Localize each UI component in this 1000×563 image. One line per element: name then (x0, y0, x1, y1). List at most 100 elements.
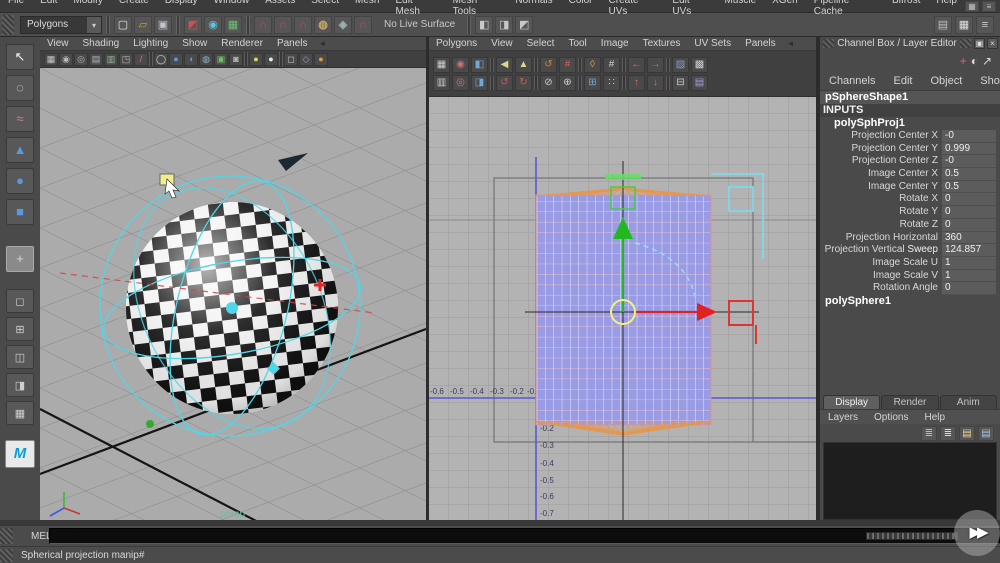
menu-item[interactable]: Display (157, 0, 206, 17)
channel-pointer-icon[interactable]: ↗ (982, 54, 992, 68)
tab-display[interactable]: Display (823, 395, 881, 409)
menu-item[interactable]: Edit UVs (664, 0, 716, 17)
channel-box-scrollbar[interactable] (866, 532, 958, 540)
shadows-icon[interactable]: ● (264, 52, 278, 66)
panel-menu-item[interactable]: Tool (561, 38, 593, 49)
panel-menu-item[interactable]: Lighting (126, 38, 175, 49)
exposure-icon[interactable]: ● (314, 52, 328, 66)
show-attribute-editor-icon[interactable]: ▦ (955, 15, 973, 34)
move-uv-shell-tool-icon[interactable]: ◧ (471, 56, 488, 73)
move-v-up-icon[interactable]: ↑ (628, 74, 645, 91)
open-scene-icon[interactable]: ▱ (134, 15, 152, 34)
toolbar-separator[interactable] (578, 75, 582, 90)
panel-menu-item[interactable]: Panels (270, 38, 315, 49)
float-panel-button[interactable]: ▣ (974, 38, 986, 49)
workspace-icon[interactable]: ▦ (965, 0, 979, 12)
select-component-icon[interactable]: ▦ (224, 15, 242, 34)
menu-item[interactable]: Select (303, 0, 347, 17)
panel-menu-item[interactable]: Panels (738, 38, 783, 49)
wireframe-on-shaded-icon[interactable]: ◍ (199, 52, 213, 66)
help-line-grip[interactable] (0, 548, 13, 562)
panel-menu-item[interactable]: View (484, 38, 520, 49)
attribute-value-field[interactable]: 0 (942, 218, 996, 232)
paste-uvs-icon[interactable]: ▤ (691, 74, 708, 91)
toolbar-separator[interactable] (666, 57, 670, 72)
move-u-right-icon[interactable]: → (647, 56, 664, 73)
menu-item[interactable]: Mesh (347, 0, 387, 17)
attribute-value-field[interactable]: -0 (942, 155, 996, 169)
attribute-value-field[interactable]: 0 (942, 206, 996, 219)
flip-v-icon[interactable]: ▲ (515, 56, 532, 73)
panel-menu-item[interactable]: Select (520, 38, 562, 49)
xray-icon[interactable]: ◇ (299, 52, 313, 66)
panel-menu-item[interactable]: Renderer (214, 38, 270, 49)
attribute-value-field[interactable]: 360 (942, 231, 996, 245)
rotate-ccw-icon[interactable]: ↺ (496, 74, 513, 91)
image-plane-icon[interactable]: ▥ (104, 52, 118, 66)
create-empty-layer-icon[interactable]: ▤ (959, 425, 975, 441)
panel-menu-item[interactable]: Image (594, 38, 636, 49)
menu-item[interactable]: Modify (65, 0, 110, 17)
channel-box-menu-item[interactable]: Object (921, 75, 971, 87)
panel-menu-collapse-icon[interactable]: ◄ (783, 39, 799, 48)
toolbar-divider[interactable] (176, 15, 180, 34)
lock-camera-icon[interactable]: ◉ (59, 52, 73, 66)
menu-grid-icon[interactable]: ≡ (982, 0, 996, 12)
toolbar-divider[interactable] (246, 15, 250, 34)
channel-speed-icon[interactable]: ◐ (971, 54, 978, 68)
camera-attributes-icon[interactable]: ◎ (74, 52, 88, 66)
ipr-render-icon[interactable]: ◩ (515, 15, 534, 34)
tab-render[interactable]: Render (881, 395, 939, 409)
command-line-input[interactable] (49, 528, 1000, 544)
toolbar-separator[interactable] (622, 57, 626, 72)
save-scene-icon[interactable]: ▣ (154, 15, 172, 34)
lighting-icon[interactable]: ● (249, 52, 263, 66)
shape-node-name[interactable]: pSphereShape1 (820, 90, 1000, 104)
grease-pencil-icon[interactable]: / (134, 52, 148, 66)
toolbar-separator[interactable] (490, 57, 494, 72)
uv-smudge-tool-icon[interactable]: ◉ (452, 56, 469, 73)
channel-manip-axis-icon[interactable]: + (960, 54, 967, 68)
single-pane-layout-button[interactable]: ◻ (6, 289, 34, 313)
channel-box-menu-item[interactable]: Edit (884, 75, 921, 87)
top-handle[interactable] (605, 174, 641, 180)
panel-menu-collapse-icon[interactable]: ◄ (315, 39, 331, 48)
move-v-down-icon[interactable]: ↓ (647, 74, 664, 91)
menu-item[interactable]: Help (928, 0, 965, 17)
toolbar-separator[interactable] (149, 52, 153, 66)
toolbar-divider[interactable] (467, 15, 472, 34)
select-object-icon[interactable]: ◉ (204, 15, 222, 34)
channel-box-menu-item[interactable]: Show (971, 75, 1000, 87)
attribute-value-field[interactable]: 0 (942, 282, 996, 295)
toolbar-separator[interactable] (490, 75, 494, 90)
snap-magnet-icon[interactable]: ∩ (354, 15, 372, 34)
use-default-material-icon[interactable]: ◙ (229, 52, 243, 66)
toolbar-separator[interactable] (666, 75, 670, 90)
menu-set-selector[interactable]: Polygons ▾ (20, 15, 102, 34)
menu-item[interactable]: Pipeline Cache (806, 0, 884, 17)
uv-view[interactable]: -0.6 -0.5 -0.4 -0.3 -0.2 -0.1 -0.2 -0.3 … (429, 97, 816, 520)
toolbar-separator[interactable] (244, 52, 248, 66)
toolbar-separator[interactable] (534, 75, 538, 90)
hide-all-layers-icon[interactable]: ≣ (921, 425, 937, 441)
history-node-name[interactable]: polySphere1 (820, 295, 1000, 309)
tab-anim[interactable]: Anim (939, 395, 997, 409)
show-tool-settings-icon[interactable]: ≡ (976, 15, 994, 34)
move-tool[interactable]: ▲ (6, 137, 34, 163)
attribute-value-field[interactable]: 0.5 (942, 180, 996, 194)
attribute-value-field[interactable]: 0 (942, 193, 996, 207)
panel-menu-item[interactable]: UV Sets (687, 38, 738, 49)
move-u-left-icon[interactable]: ← (628, 56, 645, 73)
menu-item[interactable]: Normals (507, 0, 560, 17)
select-shortest-path-icon[interactable]: ◨ (471, 74, 488, 91)
snap-grid-icon[interactable]: ∩ (254, 15, 272, 34)
distribute-uvs-icon[interactable]: ∷ (603, 74, 620, 91)
attribute-value-field[interactable]: 1 (942, 269, 996, 283)
input-node-name[interactable]: polySphProj1 (820, 117, 1000, 130)
rotate-uvs-ccw-icon[interactable]: ↺ (540, 56, 557, 73)
layer-editor-menu-item[interactable]: Layers (820, 412, 866, 423)
panel-grip[interactable] (823, 39, 835, 48)
menu-item[interactable]: Muscle (716, 0, 764, 17)
smooth-shade-all-icon[interactable]: ● (169, 52, 183, 66)
channel-box-menu-item[interactable]: Channels (820, 75, 884, 87)
